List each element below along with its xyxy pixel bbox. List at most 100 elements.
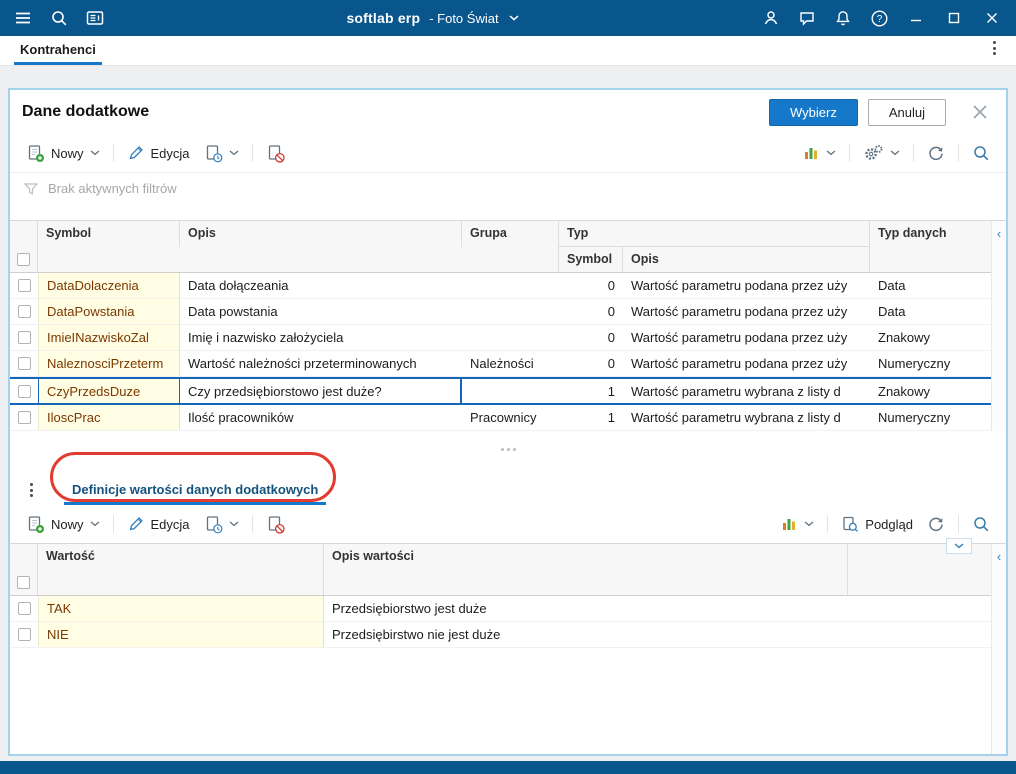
- cell-symbol[interactable]: CzyPrzedsDuze: [38, 379, 180, 403]
- value-properties-chevron-down-icon[interactable]: [229, 521, 239, 527]
- news-icon[interactable]: [78, 0, 112, 36]
- cell-opis[interactable]: Imię i nazwisko założyciela: [180, 325, 462, 350]
- splitter-handle[interactable]: [10, 431, 1006, 467]
- document-properties-button[interactable]: [198, 139, 245, 168]
- columns-chart-button[interactable]: [796, 139, 842, 167]
- column-panel-collapse[interactable]: ‹: [991, 544, 1006, 754]
- cell-opis[interactable]: Data powstania: [180, 299, 462, 324]
- cell-typ-symbol[interactable]: 1: [559, 379, 623, 403]
- cell-grupa[interactable]: [462, 273, 559, 298]
- maximize-button[interactable]: [936, 0, 972, 36]
- row-checkbox[interactable]: [17, 628, 31, 641]
- cell-typ-opis[interactable]: Wartość parametru podana przez uży: [623, 325, 870, 350]
- row-checkbox[interactable]: [17, 331, 31, 344]
- workspace-chevron-down-icon[interactable]: [508, 14, 520, 22]
- table-row-selected[interactable]: CzyPrzedsDuze Czy przedsiębiorstowo jest…: [10, 377, 991, 405]
- cell-typ-opis[interactable]: Wartość parametru wybrana z listy d: [623, 379, 870, 403]
- table-row[interactable]: ImieINazwiskoZal Imię i nazwisko założyc…: [10, 325, 991, 351]
- cell-typ-opis[interactable]: Wartość parametru podana przez uży: [623, 273, 870, 298]
- edit-value-button[interactable]: Edycja: [121, 510, 196, 538]
- delete-value-button[interactable]: [260, 510, 291, 539]
- cell-opis-wartosci[interactable]: Przedsiębirstwo nie jest duże: [324, 622, 848, 647]
- table-row[interactable]: DataDolaczenia Data dołączeania 0 Wartoś…: [10, 273, 991, 299]
- cell-symbol[interactable]: IloscPrac: [38, 405, 180, 430]
- table-row[interactable]: IloscPrac Ilość pracowników Pracownicy 1…: [10, 405, 991, 431]
- table-row[interactable]: DataPowstania Data powstania 0 Wartość p…: [10, 299, 991, 325]
- columns-chart-button-2[interactable]: [774, 510, 820, 538]
- row-checkbox[interactable]: [17, 279, 31, 292]
- col-header-typ[interactable]: Typ: [559, 221, 870, 247]
- cell-typ-danych[interactable]: Numeryczny: [870, 405, 991, 430]
- cell-typ-opis[interactable]: Wartość parametru podana przez uży: [623, 299, 870, 324]
- cell-wartosc[interactable]: NIE: [38, 622, 324, 647]
- delete-button[interactable]: [260, 139, 291, 168]
- minimize-button[interactable]: [898, 0, 934, 36]
- cell-typ-danych[interactable]: Znakowy: [870, 379, 991, 403]
- chat-icon[interactable]: [790, 0, 824, 36]
- cell-symbol[interactable]: DataPowstania: [38, 299, 180, 324]
- cell-symbol[interactable]: DataDolaczenia: [38, 273, 180, 298]
- cell-typ-opis[interactable]: Wartość parametru wybrana z listy d: [623, 405, 870, 430]
- value-row[interactable]: TAK Przedsiębiorstwo jest duże: [10, 596, 991, 622]
- col-header-typ-danych[interactable]: Typ danych: [870, 221, 991, 247]
- search-grid-button[interactable]: [966, 139, 996, 167]
- preview-button[interactable]: Podgląd: [835, 510, 919, 538]
- column-panel-collapse[interactable]: ‹: [991, 221, 1006, 431]
- filter-bar[interactable]: Brak aktywnych filtrów: [10, 172, 1006, 204]
- col-header-typ-symbol[interactable]: Symbol: [559, 247, 623, 272]
- settings-button[interactable]: [857, 139, 906, 167]
- refresh-values-button[interactable]: [921, 510, 951, 538]
- cell-typ-danych[interactable]: Data: [870, 299, 991, 324]
- settings-chevron-down-icon[interactable]: [890, 150, 900, 156]
- tab-kontrahenci[interactable]: Kontrahenci: [14, 42, 102, 65]
- cell-typ-danych[interactable]: Znakowy: [870, 325, 991, 350]
- cell-symbol[interactable]: ImieINazwiskoZal: [38, 325, 180, 350]
- columns-chart-chevron-down-icon[interactable]: [826, 150, 836, 156]
- cell-typ-danych[interactable]: Data: [870, 273, 991, 298]
- dialog-close-icon[interactable]: [972, 104, 988, 120]
- row-checkbox[interactable]: [17, 384, 31, 398]
- value-row[interactable]: NIE Przedsiębirstwo nie jest duże: [10, 622, 991, 648]
- select-all-checkbox[interactable]: [17, 576, 30, 589]
- tab-overflow-menu-icon[interactable]: [987, 35, 1002, 61]
- user-icon[interactable]: [754, 0, 788, 36]
- cell-opis[interactable]: Ilość pracowników: [180, 405, 462, 430]
- new-value-chevron-down-icon[interactable]: [90, 521, 100, 527]
- select-all-checkbox[interactable]: [17, 253, 30, 266]
- cell-grupa[interactable]: [462, 299, 559, 324]
- new-button[interactable]: Nowy: [20, 139, 106, 168]
- columns-chart-chevron-down-icon[interactable]: [804, 521, 814, 527]
- help-icon[interactable]: ?: [862, 0, 896, 36]
- row-checkbox[interactable]: [17, 305, 31, 318]
- cell-typ-opis[interactable]: Wartość parametru podana przez uży: [623, 351, 870, 376]
- section-menu-icon[interactable]: [24, 477, 39, 503]
- cell-grupa[interactable]: Należności: [462, 351, 559, 376]
- search-icon[interactable]: [42, 0, 76, 36]
- cell-typ-danych[interactable]: Numeryczny: [870, 351, 991, 376]
- detail-tab[interactable]: Definicje wartości danych dodatkowych: [64, 474, 327, 505]
- expand-panel-button[interactable]: [946, 538, 972, 554]
- cell-typ-symbol[interactable]: 0: [559, 299, 623, 324]
- row-checkbox[interactable]: [17, 357, 31, 370]
- close-button[interactable]: [974, 0, 1010, 36]
- col-header-grupa[interactable]: Grupa: [462, 221, 559, 247]
- cell-wartosc[interactable]: TAK: [38, 596, 324, 621]
- row-checkbox[interactable]: [17, 602, 31, 615]
- col-header-opis-wartosci[interactable]: Opis wartości: [324, 544, 848, 570]
- cell-opis[interactable]: Wartość należności przeterminowanych: [180, 351, 462, 376]
- col-header-typ-opis[interactable]: Opis: [623, 247, 870, 272]
- value-properties-button[interactable]: [198, 510, 245, 539]
- cell-typ-symbol[interactable]: 0: [559, 325, 623, 350]
- menu-icon[interactable]: [6, 0, 40, 36]
- cell-opis-focused[interactable]: Czy przedsiębiorstowo jest duże?: [180, 379, 462, 403]
- col-header-opis[interactable]: Opis: [180, 221, 462, 247]
- edit-button[interactable]: Edycja: [121, 139, 196, 167]
- cell-opis-wartosci[interactable]: Przedsiębiorstwo jest duże: [324, 596, 848, 621]
- cell-grupa[interactable]: Pracownicy: [462, 405, 559, 430]
- new-chevron-down-icon[interactable]: [90, 150, 100, 156]
- cell-typ-symbol[interactable]: 0: [559, 273, 623, 298]
- table-row[interactable]: NaleznosciPrzeterm Wartość należności pr…: [10, 351, 991, 377]
- cell-symbol[interactable]: NaleznosciPrzeterm: [38, 351, 180, 376]
- cell-typ-symbol[interactable]: 1: [559, 405, 623, 430]
- new-value-button[interactable]: Nowy: [20, 510, 106, 539]
